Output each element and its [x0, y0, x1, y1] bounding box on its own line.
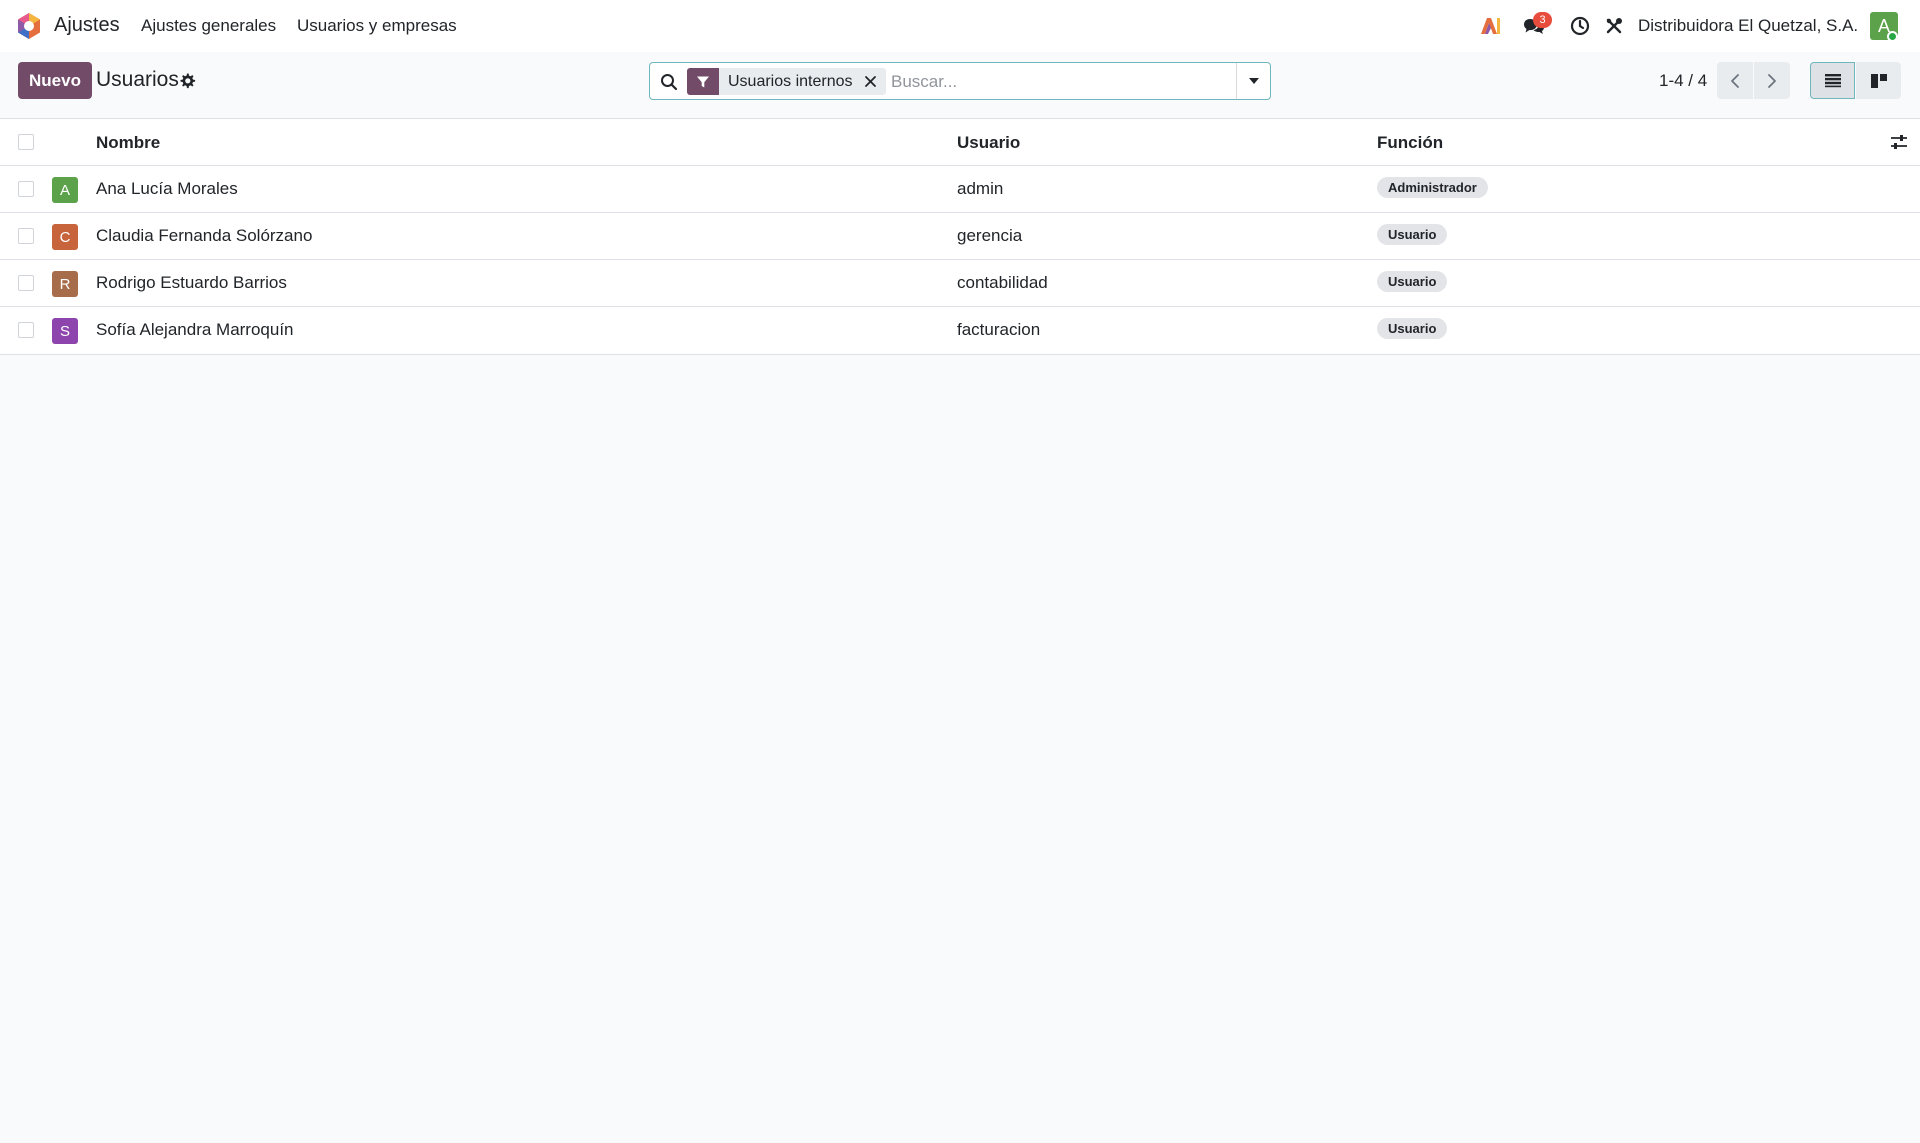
pager-value[interactable]: 1-4 / 4 [1659, 71, 1707, 91]
column-header-login[interactable]: Usuario [957, 133, 1020, 153]
table-row[interactable]: A Ana Lucía Morales admin Administrador [0, 166, 1920, 213]
online-status-icon [1887, 31, 1898, 42]
gear-icon[interactable] [178, 72, 196, 90]
new-button[interactable]: Nuevo [18, 62, 92, 99]
user-name: Sofía Alejandra Marroquín [96, 320, 294, 339]
debug-tools-icon[interactable] [1601, 12, 1627, 40]
row-checkbox[interactable] [18, 275, 34, 291]
role-badge: Administrador [1377, 177, 1488, 198]
app-logo-icon[interactable] [16, 12, 42, 40]
user-name: Claudia Fernanda Solórzano [96, 226, 313, 245]
user-name: Rodrigo Estuardo Barrios [96, 273, 287, 292]
facet-label: Usuarios internos [728, 72, 853, 90]
sliders-icon[interactable] [1890, 133, 1908, 151]
avatar: R [52, 271, 78, 297]
main-navbar: Ajustes Ajustes generales Usuarios y emp… [0, 0, 1920, 52]
user-login: admin [957, 179, 1004, 198]
table-row[interactable]: R Rodrigo Estuardo Barrios contabilidad … [0, 260, 1920, 307]
user-login: gerencia [957, 226, 1023, 245]
ai-icon[interactable] [1478, 12, 1502, 40]
kanban-view-icon[interactable] [1856, 62, 1901, 99]
users-list: Nombre Usuario Función A Ana Lucía Moral… [0, 118, 1920, 355]
chat-count-badge: 3 [1533, 12, 1552, 28]
avatar: A [52, 177, 78, 203]
chevron-right-icon[interactable] [1754, 62, 1790, 99]
filter-icon [687, 68, 719, 95]
role-badge: Usuario [1377, 318, 1448, 339]
clock-icon[interactable] [1566, 12, 1594, 40]
list-view-icon[interactable] [1810, 62, 1855, 99]
company-switcher[interactable]: Distribuidora El Quetzal, S.A. [1638, 16, 1858, 36]
user-login: contabilidad [957, 273, 1048, 292]
page-title: Usuarios [96, 68, 179, 91]
chevron-left-icon[interactable] [1717, 62, 1753, 99]
user-login: facturacion [957, 320, 1041, 339]
close-icon[interactable] [863, 74, 878, 89]
avatar: S [52, 318, 78, 344]
filter-facet: Usuarios internos [687, 68, 886, 95]
row-checkbox[interactable] [18, 322, 34, 338]
table-row[interactable]: S Sofía Alejandra Marroquín facturacion … [0, 307, 1920, 355]
role-badge: Usuario [1377, 224, 1448, 245]
column-header-role[interactable]: Función [1377, 133, 1443, 153]
search-icon[interactable] [660, 73, 678, 91]
menu-usuarios-empresas[interactable]: Usuarios y empresas [297, 16, 457, 36]
table-row[interactable]: C Claudia Fernanda Solórzano gerencia Us… [0, 213, 1920, 260]
row-checkbox[interactable] [18, 228, 34, 244]
role-badge: Usuario [1377, 271, 1448, 292]
menu-ajustes-generales[interactable]: Ajustes generales [141, 16, 276, 36]
avatar: C [52, 224, 78, 250]
caret-down-icon[interactable] [1236, 63, 1270, 99]
column-header-name[interactable]: Nombre [96, 133, 160, 153]
search-bar: Usuarios internos [649, 62, 1271, 100]
app-name[interactable]: Ajustes [54, 14, 120, 37]
list-header: Nombre Usuario Función [0, 119, 1920, 166]
select-all-checkbox[interactable] [18, 134, 34, 150]
user-name: Ana Lucía Morales [96, 179, 238, 198]
row-checkbox[interactable] [18, 181, 34, 197]
search-input[interactable] [891, 68, 1221, 95]
